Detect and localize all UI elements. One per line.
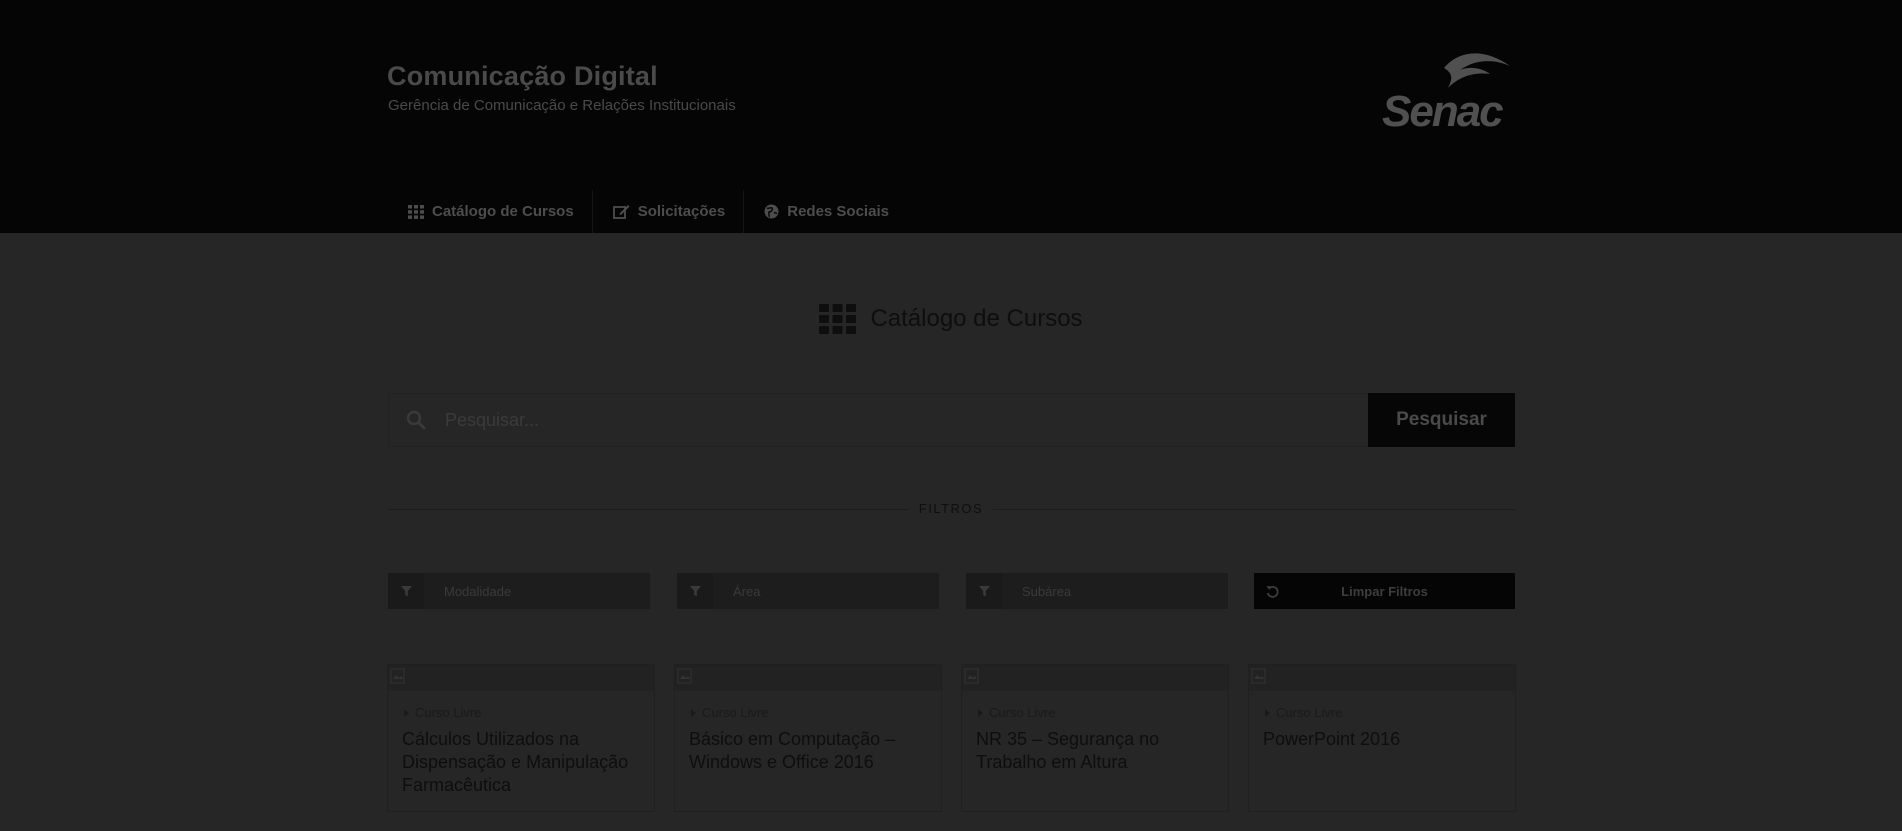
main-nav: Catálogo de Cursos Solicitações Redes So… [388, 190, 907, 233]
course-title[interactable]: NR 35 – Segurança no Trabalho em Altura [976, 728, 1214, 774]
search-box [388, 393, 1368, 447]
course-tag: Curso Livre [978, 705, 1228, 720]
course-tag-label: Curso Livre [1276, 705, 1343, 720]
course-image [388, 665, 654, 691]
filters-label-text: FILTROS [908, 501, 994, 516]
course-title[interactable]: Cálculos Utilizados na Dispensação e Man… [402, 728, 640, 797]
filter-modalidade-label: Modalidade [444, 583, 512, 599]
filters-label: FILTROS [0, 501, 1902, 516]
edit-icon [612, 205, 630, 219]
page-heading: Catálogo de Cursos [0, 304, 1902, 334]
filter-icon [400, 585, 412, 596]
grid-icon [819, 304, 857, 334]
course-image [962, 665, 1228, 691]
grid-icon [408, 204, 424, 219]
site-header: Comunicação Digital Gerência de Comunica… [0, 0, 1902, 233]
course-card[interactable]: Curso Livre Básico em Computação – Windo… [674, 664, 942, 812]
course-card[interactable]: Curso Livre Cálculos Utilizados na Dispe… [387, 664, 655, 812]
caret-right-icon [691, 708, 696, 717]
caret-right-icon [404, 708, 409, 717]
broken-image-icon [677, 668, 692, 684]
globe-icon [764, 204, 779, 219]
filter-subarea-label: Subárea [1022, 583, 1072, 599]
caret-right-icon [1265, 708, 1270, 717]
nav-item-redes-sociais[interactable]: Redes Sociais [744, 190, 907, 233]
course-image [675, 665, 941, 691]
filter-area-label: Área [733, 583, 761, 599]
course-tag-label: Curso Livre [415, 705, 482, 720]
nav-item-catalogo[interactable]: Catálogo de Cursos [388, 190, 593, 233]
nav-item-label: Redes Sociais [787, 203, 889, 220]
page-title: Catálogo de Cursos [870, 305, 1083, 332]
search-icon [406, 410, 426, 430]
course-card[interactable]: Curso Livre PowerPoint 2016 [1248, 664, 1516, 812]
course-tag-label: Curso Livre [989, 705, 1056, 720]
site-title[interactable]: Comunicação Digital [387, 61, 658, 92]
undo-icon [1266, 585, 1279, 598]
course-tag: Curso Livre [691, 705, 941, 720]
site-subtitle: Gerência de Comunicação e Relações Insti… [388, 97, 736, 114]
search-input[interactable] [443, 408, 1368, 432]
clear-filters-label: Limpar Filtros [1341, 583, 1428, 599]
search-button[interactable]: Pesquisar [1368, 393, 1515, 447]
broken-image-icon [964, 668, 979, 684]
caret-right-icon [978, 708, 983, 717]
svg-text:Senac: Senac [1382, 87, 1503, 130]
filter-modalidade[interactable]: Modalidade [388, 573, 650, 609]
nav-item-label: Catálogo de Cursos [432, 203, 574, 220]
course-title[interactable]: Básico em Computação – Windows e Office … [689, 728, 927, 774]
course-card[interactable]: Curso Livre NR 35 – Segurança no Trabalh… [961, 664, 1229, 812]
nav-item-solicitacoes[interactable]: Solicitações [593, 190, 745, 233]
course-title[interactable]: PowerPoint 2016 [1263, 728, 1501, 751]
senac-logo[interactable]: Senac [1382, 46, 1516, 130]
course-tag: Curso Livre [1265, 705, 1515, 720]
broken-image-icon [1251, 668, 1266, 684]
search-bar: Pesquisar [388, 393, 1515, 447]
course-tag-label: Curso Livre [702, 705, 769, 720]
filter-area[interactable]: Área [677, 573, 939, 609]
broken-image-icon [390, 668, 405, 684]
filter-subarea[interactable]: Subárea [966, 573, 1228, 609]
filter-icon [978, 585, 990, 596]
clear-filters-button[interactable]: Limpar Filtros [1254, 573, 1515, 609]
filter-icon [689, 585, 701, 596]
course-tag: Curso Livre [404, 705, 654, 720]
nav-item-label: Solicitações [637, 203, 726, 220]
course-image [1249, 665, 1515, 691]
